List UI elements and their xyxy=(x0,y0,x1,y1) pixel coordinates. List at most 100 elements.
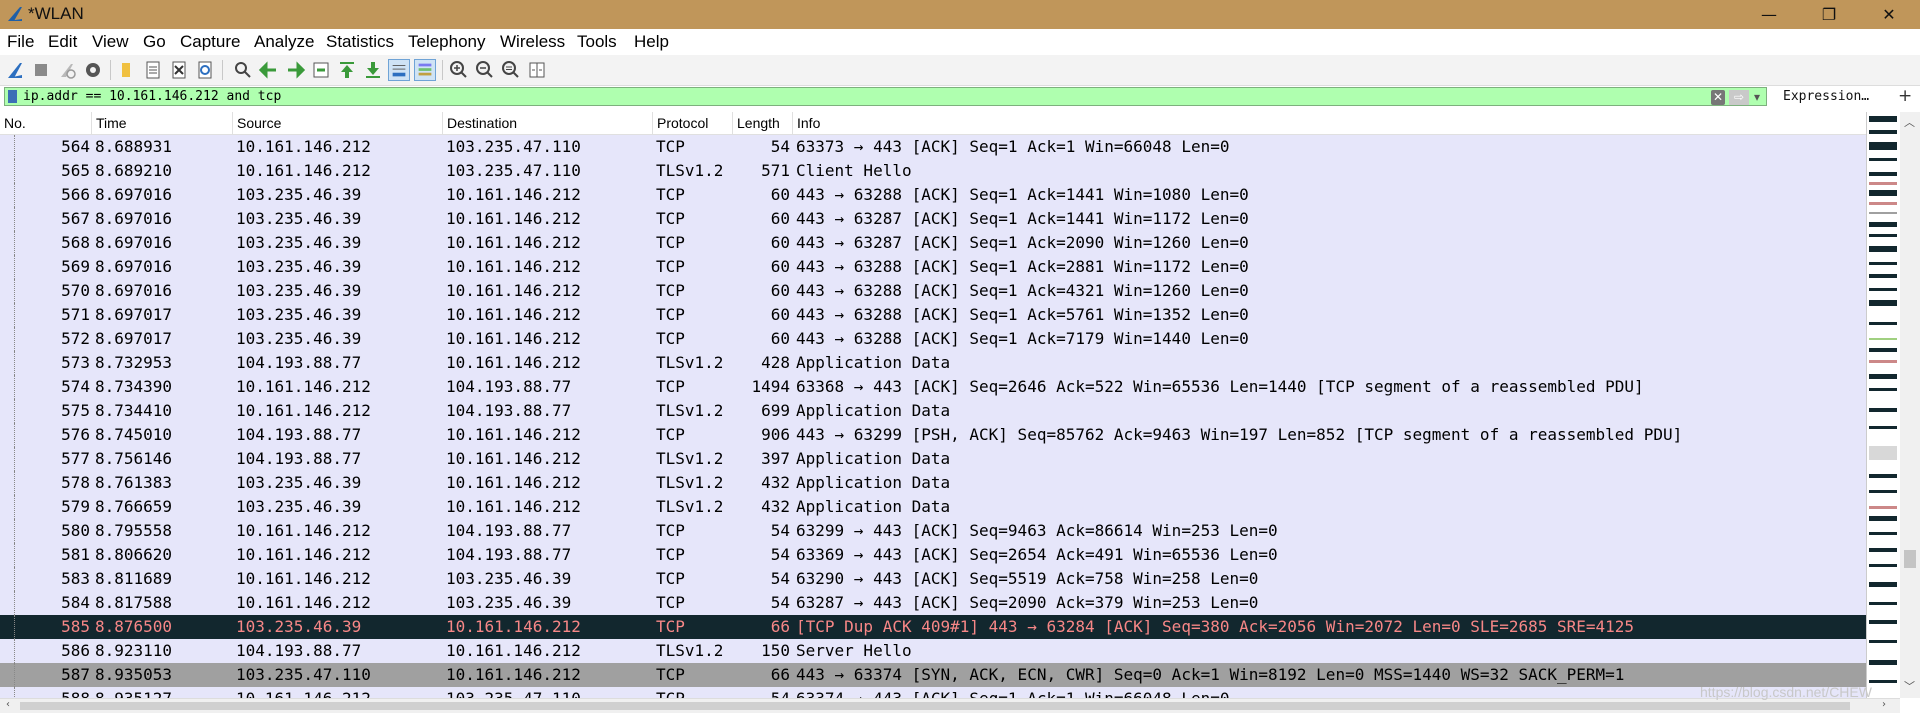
open-file-icon[interactable] xyxy=(116,59,138,81)
go-last-packet-icon[interactable] xyxy=(362,59,384,81)
packet-destination: 10.161.146.212 xyxy=(446,353,581,372)
zoom-out-icon[interactable] xyxy=(474,59,496,81)
packet-number: 575 xyxy=(61,401,90,420)
auto-scroll-icon[interactable] xyxy=(388,59,410,81)
packet-row[interactable]: 567 8.697016 103.235.46.39 10.161.146.212 TC… xyxy=(0,207,1866,231)
packet-row[interactable]: 580 8.795558 10.161.146.212 104.193.88.77 TC… xyxy=(0,519,1866,543)
scroll-left-icon[interactable]: ‹ xyxy=(6,699,10,710)
clear-filter-icon[interactable]: ✕ xyxy=(1711,90,1725,105)
apply-filter-icon[interactable]: ⇨ xyxy=(1729,90,1749,105)
close-button[interactable]: ✕ xyxy=(1866,0,1912,29)
packet-number: 579 xyxy=(61,497,90,516)
restart-capture-icon[interactable] xyxy=(56,59,78,81)
main-toolbar xyxy=(0,55,1920,86)
zoom-in-icon[interactable] xyxy=(448,59,470,81)
column-header-length[interactable]: Length xyxy=(733,112,793,134)
go-to-packet-icon[interactable] xyxy=(310,59,332,81)
scroll-right-icon[interactable]: › xyxy=(1882,699,1886,710)
reload-file-icon[interactable] xyxy=(194,59,216,81)
packet-row[interactable]: 565 8.689210 10.161.146.212 103.235.47.110 T… xyxy=(0,159,1866,183)
vertical-scrollbar[interactable]: ︿ ﹀ xyxy=(1900,112,1920,698)
stop-capture-icon[interactable] xyxy=(30,59,52,81)
packet-info: Application Data xyxy=(796,473,951,492)
packet-row[interactable]: 587 8.935053 103.235.47.110 10.161.146.212 T… xyxy=(0,663,1866,687)
packet-row[interactable]: 581 8.806620 10.161.146.212 104.193.88.77 TC… xyxy=(0,543,1866,567)
packet-protocol: TCP xyxy=(656,185,685,204)
display-filter-input[interactable]: ip.addr == 10.161.146.212 and tcp ✕ ⇨ ▾ xyxy=(4,87,1767,106)
scrollbar-thumb[interactable] xyxy=(1904,550,1916,568)
horizontal-scrollbar[interactable]: ‹ › xyxy=(0,698,1900,713)
packet-info: Application Data xyxy=(796,497,951,516)
menu-edit[interactable]: Edit xyxy=(48,32,77,52)
packet-row[interactable]: 583 8.811689 10.161.146.212 103.235.46.39 TC… xyxy=(0,567,1866,591)
packet-row[interactable]: 570 8.697016 103.235.46.39 10.161.146.212 TC… xyxy=(0,279,1866,303)
column-header-info[interactable]: Info xyxy=(793,112,1866,134)
packet-length: 699 xyxy=(761,401,790,420)
packet-row[interactable]: 585 8.876500 103.235.46.39 10.161.146.212 TC… xyxy=(0,615,1866,639)
add-filter-button-icon[interactable]: + xyxy=(1898,86,1912,106)
menu-telephony[interactable]: Telephony xyxy=(408,32,486,52)
column-header-source[interactable]: Source xyxy=(233,112,443,134)
column-header-protocol[interactable]: Protocol xyxy=(653,112,733,134)
maximize-button[interactable]: ❐ xyxy=(1806,0,1852,29)
packet-info: Application Data xyxy=(796,401,951,420)
packet-minimap[interactable] xyxy=(1866,112,1899,698)
minimize-button[interactable]: — xyxy=(1746,0,1792,29)
column-header-time[interactable]: Time xyxy=(92,112,233,134)
scroll-down-icon[interactable]: ﹀ xyxy=(1904,678,1915,694)
packet-row[interactable]: 574 8.734390 10.161.146.212 104.193.88.77 TC… xyxy=(0,375,1866,399)
packet-length: 906 xyxy=(761,425,790,444)
scroll-up-icon[interactable]: ︿ xyxy=(1904,114,1915,130)
go-forward-icon[interactable] xyxy=(284,59,306,81)
packet-row[interactable]: 578 8.761383 103.235.46.39 10.161.146.212 TL… xyxy=(0,471,1866,495)
packet-row[interactable]: 568 8.697016 103.235.46.39 10.161.146.212 TC… xyxy=(0,231,1866,255)
packet-source: 10.161.146.212 xyxy=(236,593,371,612)
go-first-packet-icon[interactable] xyxy=(336,59,358,81)
normal-size-icon[interactable] xyxy=(500,59,522,81)
packet-row[interactable]: 573 8.732953 104.193.88.77 10.161.146.212 TL… xyxy=(0,351,1866,375)
packet-destination: 10.161.146.212 xyxy=(446,665,581,684)
packet-row[interactable]: 569 8.697016 103.235.46.39 10.161.146.212 TC… xyxy=(0,255,1866,279)
packet-row[interactable]: 571 8.697017 103.235.46.39 10.161.146.212 TC… xyxy=(0,303,1866,327)
packet-number: 585 xyxy=(61,617,90,636)
column-header-no[interactable]: No. xyxy=(0,112,92,134)
packet-number: 578 xyxy=(61,473,90,492)
packet-row[interactable]: 586 8.923110 104.193.88.77 10.161.146.212 TL… xyxy=(0,639,1866,663)
packet-row[interactable]: 577 8.756146 104.193.88.77 10.161.146.212 TL… xyxy=(0,447,1866,471)
packet-row[interactable]: 584 8.817588 10.161.146.212 103.235.46.39 TC… xyxy=(0,591,1866,615)
resize-columns-icon[interactable] xyxy=(526,59,548,81)
menu-go[interactable]: Go xyxy=(143,32,166,52)
hscroll-thumb[interactable] xyxy=(20,702,1850,710)
packet-row[interactable]: 566 8.697016 103.235.46.39 10.161.146.212 TC… xyxy=(0,183,1866,207)
menu-wireless[interactable]: Wireless xyxy=(500,32,565,52)
column-header-destination[interactable]: Destination xyxy=(443,112,653,134)
menu-help[interactable]: Help xyxy=(634,32,669,52)
packet-length: 428 xyxy=(761,353,790,372)
start-capture-icon[interactable] xyxy=(4,59,26,81)
packet-row[interactable]: 575 8.734410 10.161.146.212 104.193.88.77 TL… xyxy=(0,399,1866,423)
packet-time: 8.689210 xyxy=(95,161,173,180)
close-file-icon[interactable] xyxy=(168,59,190,81)
menu-analyze[interactable]: Analyze xyxy=(254,32,314,52)
go-back-icon[interactable] xyxy=(258,59,280,81)
packet-length: 60 xyxy=(770,329,790,348)
packet-time: 8.756146 xyxy=(95,449,173,468)
packet-protocol: TCP xyxy=(656,137,685,156)
capture-options-icon[interactable] xyxy=(82,59,104,81)
menu-tools[interactable]: Tools xyxy=(577,32,617,52)
expression-button[interactable]: Expression… xyxy=(1783,89,1869,104)
colorize-icon[interactable] xyxy=(414,59,436,81)
menu-statistics[interactable]: Statistics xyxy=(326,32,394,52)
filter-history-dropdown-icon[interactable]: ▾ xyxy=(1751,90,1763,105)
filter-bookmark-icon[interactable] xyxy=(8,90,17,103)
find-packet-icon[interactable] xyxy=(232,59,254,81)
packet-row[interactable]: 564 8.688931 10.161.146.212 103.235.47.110 T… xyxy=(0,135,1866,159)
packet-destination: 10.161.146.212 xyxy=(446,641,581,660)
packet-row[interactable]: 576 8.745010 104.193.88.77 10.161.146.212 TC… xyxy=(0,423,1866,447)
menu-view[interactable]: View xyxy=(92,32,129,52)
save-file-icon[interactable] xyxy=(142,59,164,81)
menu-file[interactable]: File xyxy=(7,32,34,52)
packet-row[interactable]: 572 8.697017 103.235.46.39 10.161.146.212 TC… xyxy=(0,327,1866,351)
packet-row[interactable]: 579 8.766659 103.235.46.39 10.161.146.212 TL… xyxy=(0,495,1866,519)
menu-capture[interactable]: Capture xyxy=(180,32,240,52)
